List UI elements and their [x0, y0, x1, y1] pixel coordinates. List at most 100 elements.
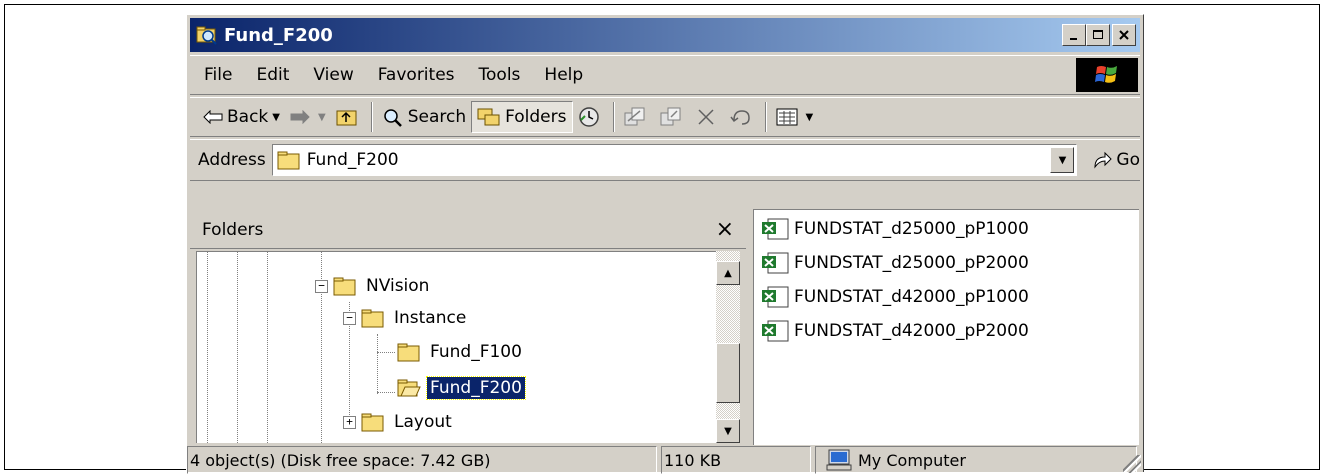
tree-node-fund-f200[interactable]: Fund_F200 [397, 374, 526, 402]
go-arrow-icon [1093, 151, 1113, 169]
tree-node-layout[interactable]: Layout [361, 408, 455, 436]
menu-help[interactable]: Help [532, 65, 595, 85]
collapse-instance-icon[interactable]: − [343, 312, 356, 325]
views-icon [776, 108, 798, 126]
forward-button[interactable]: ▼ [285, 101, 331, 133]
maximize-button[interactable] [1086, 24, 1110, 46]
tree-node-fund-f100[interactable]: Fund_F100 [397, 338, 525, 366]
toolbar-separator [764, 102, 767, 132]
tree-line [377, 392, 395, 393]
back-button[interactable]: Back ▼ [198, 101, 285, 133]
folder-icon [361, 412, 385, 432]
go-button[interactable]: Go [1093, 150, 1140, 170]
file-name: FUNDSTAT_d42000_pP2000 [794, 321, 1029, 341]
excel-file-icon [760, 319, 790, 343]
menu-file[interactable]: File [190, 65, 244, 85]
tree-node-label: Instance [394, 308, 467, 328]
folders-pane: Folders × − NVision − Instance Fund_F100… [190, 211, 746, 445]
folders-button[interactable]: Folders [471, 101, 573, 133]
up-folder-button[interactable] [331, 101, 367, 133]
go-label: Go [1116, 150, 1140, 170]
folders-icon [477, 107, 501, 127]
move-to-icon [624, 107, 646, 127]
tree-line [377, 334, 378, 394]
move-to-button[interactable] [619, 101, 655, 133]
explorer-folder-icon [196, 25, 218, 45]
my-computer-icon [826, 449, 852, 471]
delete-x-icon [696, 107, 716, 127]
address-dropdown-icon[interactable]: ▼ [1050, 147, 1075, 173]
scroll-down-icon[interactable]: ▼ [716, 419, 740, 443]
copy-to-button[interactable] [655, 101, 691, 133]
tree-node-label: Fund_F100 [430, 342, 522, 362]
views-dropdown-icon[interactable]: ▼ [806, 112, 814, 123]
search-icon [382, 107, 404, 127]
list-item[interactable]: FUNDSTAT_d42000_pP1000 [760, 282, 1029, 312]
status-zone: My Computer [815, 446, 1137, 474]
file-name: FUNDSTAT_d42000_pP1000 [794, 287, 1029, 307]
title-bar[interactable]: Fund_F200 [190, 18, 1140, 52]
folders-pane-header: Folders × [190, 211, 746, 249]
folder-tree: − NVision − Instance Fund_F100 Fund_F200… [196, 251, 716, 443]
up-folder-icon [336, 108, 358, 126]
folders-pane-close-icon[interactable]: × [716, 217, 734, 242]
scroll-thumb[interactable] [716, 343, 740, 403]
minimize-button[interactable] [1062, 24, 1086, 46]
file-name: FUNDSTAT_d25000_pP2000 [794, 253, 1029, 273]
copy-to-icon [660, 107, 682, 127]
list-item[interactable]: FUNDSTAT_d25000_pP1000 [760, 214, 1029, 244]
address-value: Fund_F200 [306, 150, 399, 170]
file-name: FUNDSTAT_d25000_pP1000 [794, 219, 1029, 239]
search-button[interactable]: Search [377, 101, 471, 133]
tree-node-label: Layout [394, 412, 452, 432]
tree-line [207, 252, 208, 443]
excel-file-icon [760, 217, 790, 241]
tree-node-nvision[interactable]: NVision [333, 272, 432, 300]
tree-node-label: Fund_F200 [426, 376, 526, 400]
views-button[interactable]: ▼ [771, 101, 819, 133]
status-size: 110 KB [661, 446, 811, 474]
menu-tools[interactable]: Tools [467, 65, 533, 85]
windows-logo-icon [1076, 58, 1138, 92]
collapse-nvision-icon[interactable]: − [315, 280, 328, 293]
tree-node-instance[interactable]: Instance [361, 304, 469, 332]
menu-favorites[interactable]: Favorites [366, 65, 467, 85]
tree-node-label: NVision [366, 276, 430, 296]
address-input[interactable]: Fund_F200 ▼ [271, 144, 1078, 176]
forward-dropdown-icon[interactable]: ▼ [318, 112, 326, 123]
address-folder-icon [277, 150, 301, 170]
delete-button[interactable] [691, 101, 725, 133]
search-label: Search [407, 107, 467, 127]
folder-icon [333, 276, 357, 296]
forward-arrow-icon [290, 110, 310, 124]
status-objects: 4 object(s) (Disk free space: 7.42 GB) [187, 446, 657, 474]
tree-line [237, 252, 238, 443]
file-list: FUNDSTAT_d25000_pP1000 FUNDSTAT_d25000_p… [753, 209, 1139, 445]
folder-icon [361, 308, 385, 328]
explorer-window: Fund_F200 File Edit View Favorites Tools… [186, 14, 1144, 474]
status-zone-label: My Computer [858, 450, 966, 470]
list-item[interactable]: FUNDSTAT_d42000_pP2000 [760, 316, 1029, 346]
address-label: Address [198, 150, 266, 170]
undo-button[interactable] [725, 101, 761, 133]
standard-toolbar: Back ▼ ▼ Search Folders ▼ [190, 97, 1140, 137]
scroll-up-icon[interactable]: ▲ [716, 261, 740, 285]
window-title: Fund_F200 [224, 24, 333, 46]
resize-grip-icon[interactable] [1123, 455, 1141, 473]
address-bar: Address Fund_F200 ▼ Go [190, 139, 1140, 181]
folder-icon [397, 342, 421, 362]
history-icon [578, 106, 600, 128]
close-button[interactable] [1112, 24, 1136, 46]
expand-layout-icon[interactable]: + [343, 416, 356, 429]
menu-edit[interactable]: Edit [244, 65, 301, 85]
history-button[interactable] [573, 101, 609, 133]
tree-line [377, 352, 395, 353]
tree-line [267, 252, 268, 443]
back-label: Back [227, 107, 269, 127]
list-item[interactable]: FUNDSTAT_d25000_pP2000 [760, 248, 1029, 278]
folder-tree-scrollbar[interactable]: ▲ ▼ [716, 251, 740, 443]
menu-view[interactable]: View [301, 65, 365, 85]
back-dropdown-icon[interactable]: ▼ [272, 112, 280, 123]
menu-bar: File Edit View Favorites Tools Help [190, 55, 1140, 95]
excel-file-icon [760, 285, 790, 309]
